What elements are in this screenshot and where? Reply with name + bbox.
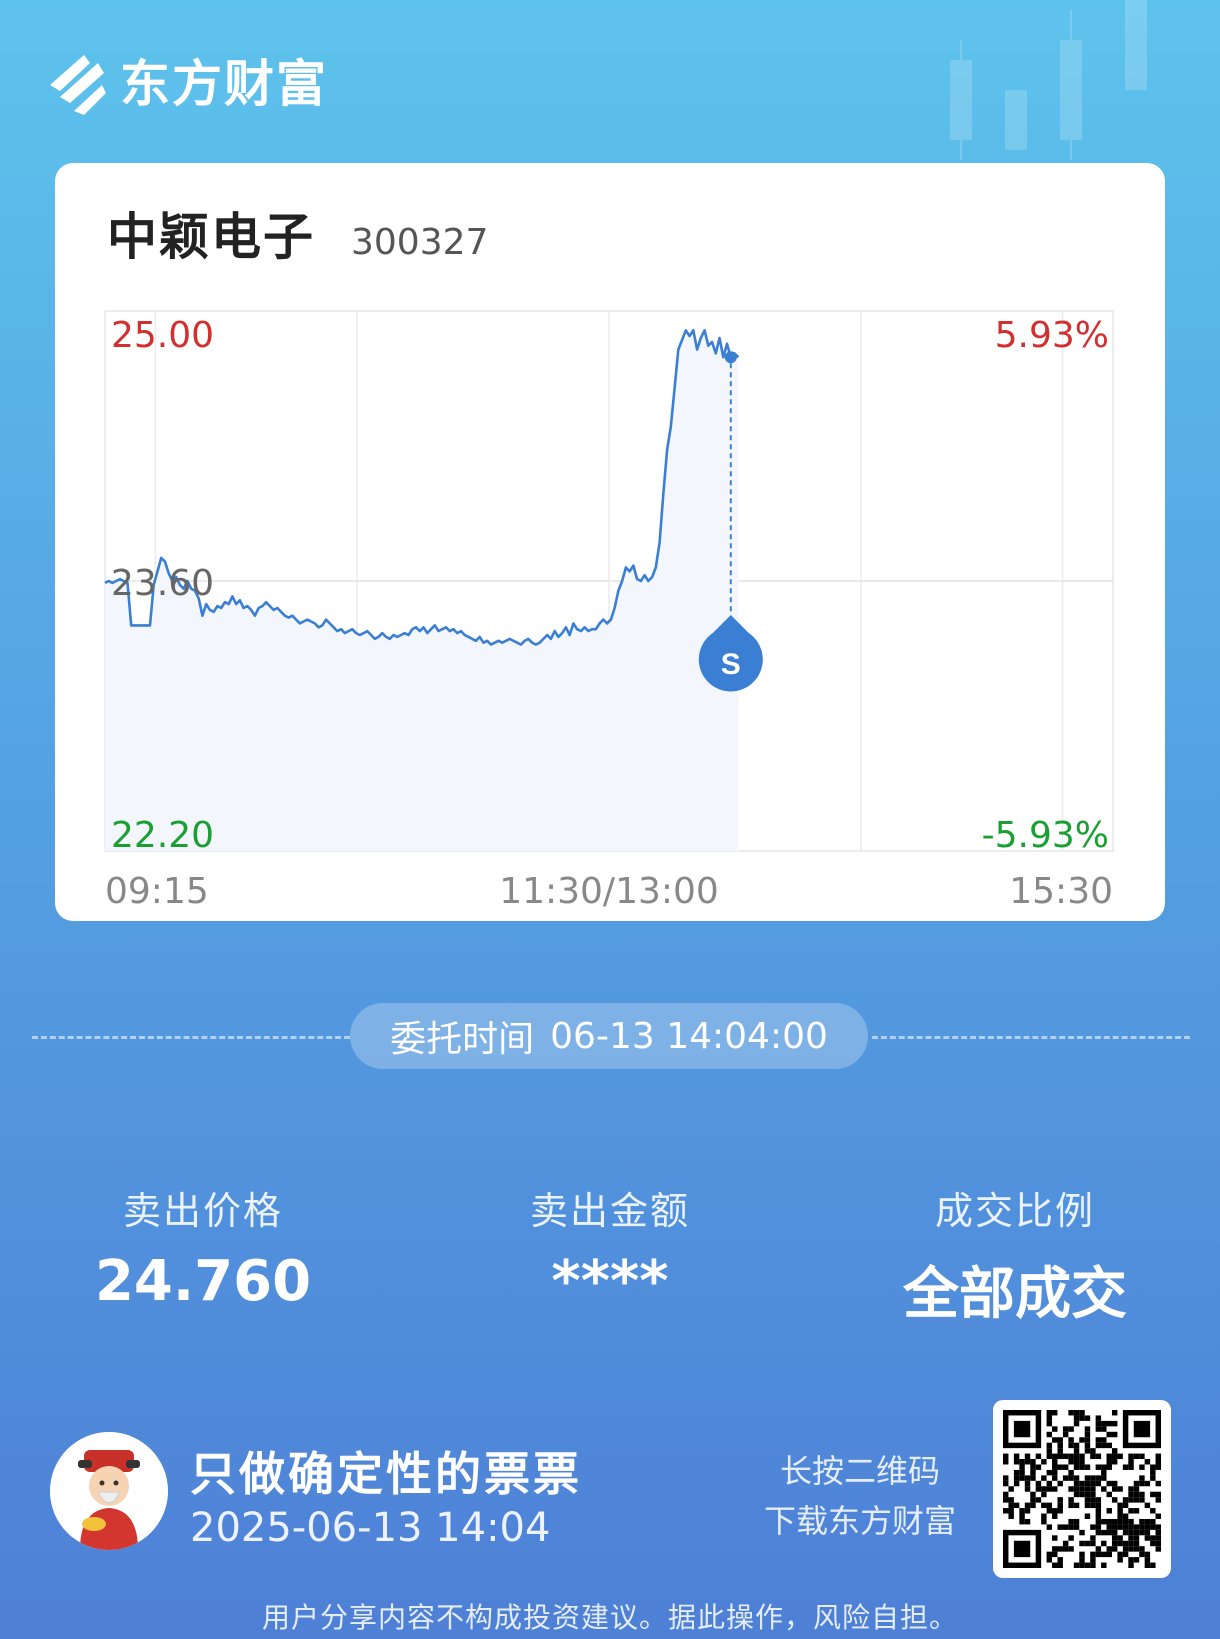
sell-marker-label: S (721, 648, 741, 681)
trade-stats: 卖出价格 24.760 卖出金额 **** 成交比例 全部成交 (0, 1180, 1220, 1327)
y-label-low: 22.20 (111, 815, 214, 856)
order-time-pill: 委托时间 06-13 14:04:00 (350, 1003, 868, 1069)
x-label-open: 09:15 (105, 871, 209, 912)
y-label-pct-high: 5.93% (995, 315, 1109, 356)
y-label-pct-low: -5.93% (982, 815, 1109, 856)
stat-label: 成交比例 (934, 1189, 1095, 1233)
fortune-god-avatar-icon (50, 1432, 168, 1550)
stat-value: **** (551, 1249, 669, 1314)
y-label-high: 25.00 (111, 315, 214, 356)
stat-sell-amount: 卖出金额 **** (410, 1180, 810, 1314)
qr-hint-line2: 下载东方财富 (763, 1502, 956, 1540)
x-label-close: 15:30 (1009, 871, 1113, 912)
stat-value: 全部成交 (903, 1262, 1127, 1327)
download-qr-code[interactable] (993, 1400, 1171, 1578)
stat-fill-ratio: 成交比例 全部成交 (815, 1180, 1215, 1330)
dashed-divider-left (32, 1036, 350, 1039)
share-datetime: 2025-06-13 14:04 (190, 1505, 551, 1551)
avatar (50, 1432, 168, 1550)
stat-label: 卖出价格 (122, 1189, 283, 1233)
stock-name: 中颖电子 (107, 208, 315, 266)
user-slogan: 只做确定性的票票 (190, 1447, 582, 1501)
disclaimer: 用户分享内容不构成投资建议。据此操作，风险自担。 (261, 1601, 958, 1634)
background-candles-decoration (950, 0, 1147, 160)
brand-header: 东方财富 (46, 44, 328, 116)
stat-label: 卖出金额 (529, 1189, 690, 1233)
y-label-prev-close: 23.60 (111, 563, 214, 604)
stock-header: 中颖电子 300327 (107, 197, 488, 269)
stock-code: 300327 (351, 222, 489, 263)
stat-value: 24.760 (94, 1249, 312, 1314)
intraday-chart: S 25.00 23.60 22.20 5.93% -5.93% 09:15 11:30/13… (104, 310, 1114, 912)
dashed-divider-right (872, 1036, 1190, 1039)
order-time-divider: 委托时间 06-13 14:04:00 (0, 1003, 1220, 1069)
chart-card: S 25.00 23.60 22.20 5.93% -5.93% 09:15 11:30/13… (55, 163, 1165, 921)
share-footer: 只做确定性的票票 2025-06-13 14:04 长按二维码 下载东方财富 用… (0, 1400, 1220, 1639)
qr-hint-line1: 长按二维码 (779, 1452, 940, 1490)
qr-hint: 长按二维码 下载东方财富 (740, 1446, 980, 1546)
x-label-midday: 11:30/13:00 (499, 871, 719, 912)
sell-point-dot (724, 351, 737, 364)
brand-name: 东方财富 (120, 55, 328, 113)
qr-code-icon (1003, 1410, 1161, 1568)
brand-logo-icon (50, 55, 106, 115)
order-time-value: 06-13 14:04:00 (550, 1015, 828, 1057)
order-time-label: 委托时间 (390, 1019, 535, 1060)
stat-sell-price: 卖出价格 24.760 (3, 1180, 403, 1314)
